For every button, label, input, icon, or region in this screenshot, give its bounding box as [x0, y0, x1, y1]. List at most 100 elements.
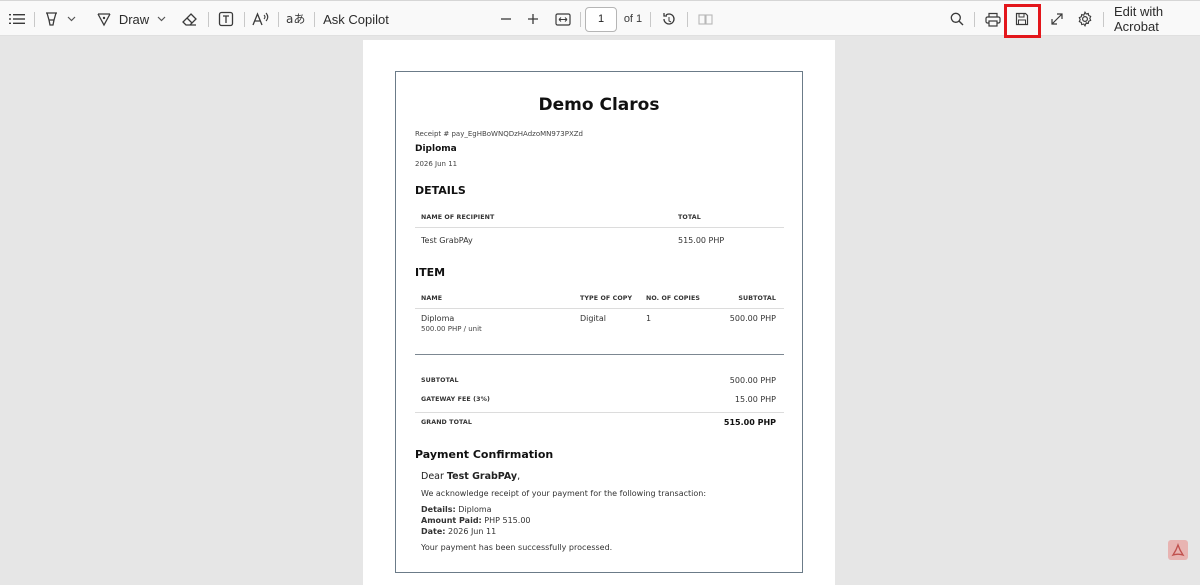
confirmation-heading: Payment Confirmation — [415, 448, 554, 461]
translate-icon: aあ — [286, 12, 305, 26]
fullscreen-button[interactable] — [1047, 1, 1067, 37]
confirmation-greeting: Dear Test GrabPAy, — [421, 471, 520, 482]
confirmation-details: Details: Diploma — [421, 505, 492, 514]
greeting-name: Test GrabPAy — [446, 471, 518, 482]
page-total: of 1 — [623, 13, 643, 25]
item-copies: 1 — [646, 314, 652, 323]
plus-icon — [528, 14, 538, 24]
separator — [278, 12, 279, 27]
zoom-in-button[interactable] — [524, 1, 542, 37]
item-header-type: TYPE OF COPY — [580, 295, 633, 302]
divider — [415, 412, 784, 413]
divider — [415, 308, 784, 309]
item-type: Digital — [580, 314, 606, 323]
confirmation-amount: Amount Paid: PHP 515.00 — [421, 516, 531, 525]
search-button[interactable] — [947, 1, 967, 37]
pdf-toolbar: Draw aあ Ask Copilot 1 of 1 Edit with Acr… — [0, 0, 1200, 38]
chevron-down-icon — [157, 16, 165, 22]
greeting-suffix: , — [517, 471, 521, 482]
svg-text:aあ: aあ — [286, 12, 305, 26]
eraser-icon — [182, 12, 197, 26]
details-heading: DETAILS — [415, 184, 466, 197]
highlighter-icon — [45, 12, 57, 26]
ask-copilot-button[interactable]: Ask Copilot — [322, 1, 390, 37]
rotate-icon — [663, 13, 675, 25]
separator — [34, 12, 35, 27]
zoom-out-button[interactable] — [497, 1, 515, 37]
gear-icon — [1078, 11, 1092, 27]
text-box-button[interactable] — [216, 1, 236, 37]
subtotal-value: 500.00 PHP — [729, 376, 776, 385]
amount-value: PHP 515.00 — [484, 516, 531, 525]
separator — [687, 12, 688, 27]
divider — [415, 354, 784, 355]
confirmation-processed: Your payment has been successfully proce… — [421, 543, 613, 552]
receipt-number: Receipt # pay_EgHBoWNQDzHAdzoMN973PXZd — [415, 130, 584, 138]
rotate-button[interactable] — [659, 1, 679, 37]
details-label: Details: — [421, 505, 456, 514]
separator — [580, 12, 581, 27]
item-name: Diploma — [421, 314, 455, 323]
settings-button[interactable] — [1075, 1, 1095, 37]
separator — [314, 12, 315, 27]
read-aloud-button[interactable] — [250, 1, 272, 37]
page-number-input[interactable]: 1 — [585, 7, 617, 32]
draw-button[interactable] — [94, 1, 114, 37]
print-button[interactable] — [982, 1, 1004, 37]
highlight-button[interactable] — [42, 1, 60, 37]
item-heading: ITEM — [415, 266, 446, 279]
date-value: 2026 Jun 11 — [448, 527, 497, 536]
translate-button[interactable]: aあ — [284, 1, 308, 37]
draw-label[interactable]: Draw — [118, 1, 150, 37]
amount-label: Amount Paid: — [421, 516, 482, 525]
separator — [1103, 12, 1104, 27]
details-total: 515.00 PHP — [678, 236, 725, 245]
item-header-name: NAME — [421, 295, 443, 302]
save-icon — [1015, 12, 1029, 26]
receipt-product: Diploma — [415, 144, 457, 154]
receipt-date: 2026 Jun 11 — [415, 160, 458, 168]
text-box-icon — [218, 11, 234, 27]
chevron-down-icon — [67, 16, 75, 22]
acrobat-icon[interactable] — [1168, 540, 1188, 560]
separator — [208, 12, 209, 27]
divider — [415, 227, 784, 228]
list-icon — [9, 14, 25, 24]
expand-icon — [1051, 13, 1063, 25]
acrobat-logo-icon — [1171, 543, 1185, 557]
read-aloud-icon — [252, 12, 269, 26]
details-header-recipient: NAME OF RECIPIENT — [421, 214, 495, 221]
confirmation-ack: We acknowledge receipt of your payment f… — [421, 489, 707, 498]
erase-button[interactable] — [180, 1, 200, 37]
pen-icon — [97, 13, 111, 27]
details-recipient: Test GrabPAy — [421, 236, 473, 245]
item-header-copies: NO. OF COPIES — [646, 295, 700, 302]
save-button[interactable] — [1011, 1, 1033, 37]
receipt-title: Demo Claros — [538, 95, 660, 115]
grand-total-value: 515.00 PHP — [723, 418, 776, 427]
details-header-total: TOTAL — [678, 214, 701, 221]
item-subtotal: 500.00 PHP — [729, 314, 776, 323]
gateway-fee-value: 15.00 PHP — [734, 395, 776, 404]
page-view-button[interactable] — [695, 1, 715, 37]
fit-width-button[interactable] — [553, 1, 573, 37]
grand-total-label: GRAND TOTAL — [421, 419, 473, 426]
minus-icon — [501, 18, 511, 20]
item-unit-price: 500.00 PHP / unit — [421, 325, 482, 333]
date-label: Date: — [421, 527, 446, 536]
separator — [244, 12, 245, 27]
item-header-subtotal: SUBTOTAL — [738, 295, 776, 302]
draw-dropdown[interactable] — [154, 1, 168, 37]
search-icon — [950, 12, 964, 26]
page-view-icon — [697, 13, 713, 25]
subtotal-label: SUBTOTAL — [421, 377, 459, 384]
highlight-dropdown[interactable] — [64, 1, 78, 37]
greeting-dear: Dear — [421, 471, 444, 482]
edit-with-acrobat-button[interactable]: Edit with Acrobat — [1114, 1, 1200, 37]
gateway-fee-label: GATEWAY FEE (3%) — [421, 396, 490, 403]
print-icon — [985, 12, 1001, 27]
separator — [650, 12, 651, 27]
contents-button[interactable] — [6, 1, 28, 37]
receipt: Demo Claros Receipt # pay_EgHBoWNQDzHAdz… — [395, 71, 803, 573]
fit-width-icon — [555, 12, 571, 26]
